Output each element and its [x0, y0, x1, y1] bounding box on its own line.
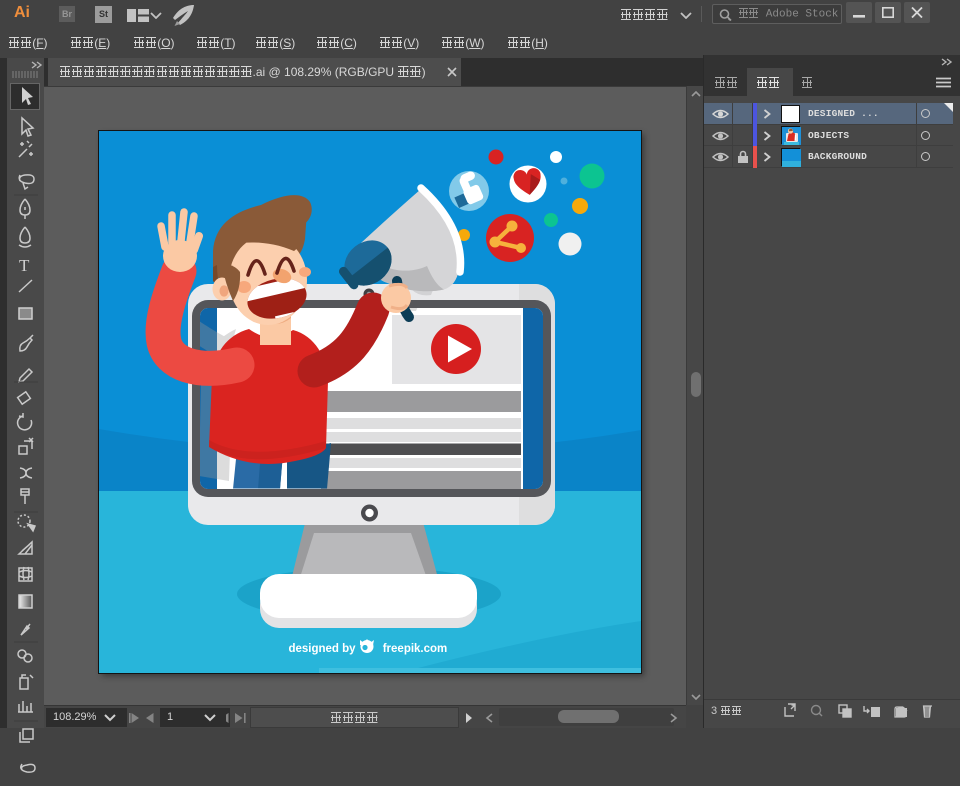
svg-text:designed by: designed by: [288, 643, 356, 655]
svg-text:T: T: [19, 256, 30, 275]
svg-text:freepik.com: freepik.com: [383, 643, 448, 655]
